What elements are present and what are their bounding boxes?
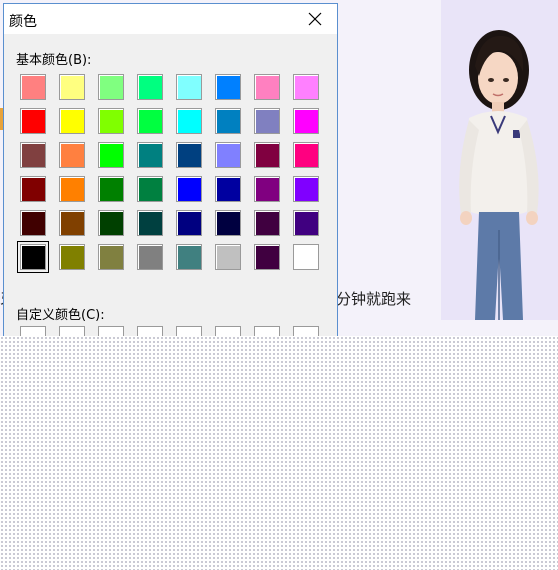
color-swatch[interactable] [98, 210, 124, 236]
color-swatch[interactable] [254, 108, 280, 134]
color-swatch[interactable] [59, 142, 85, 168]
close-button[interactable] [293, 4, 337, 34]
color-swatch[interactable] [215, 108, 241, 134]
color-swatch[interactable] [137, 210, 163, 236]
color-swatch[interactable] [176, 108, 202, 134]
color-swatch[interactable] [293, 210, 319, 236]
dialog-titlebar: 颜色 [4, 4, 337, 34]
character-illustration [441, 0, 558, 320]
color-swatch[interactable] [59, 176, 85, 202]
color-swatch[interactable] [137, 244, 163, 270]
color-swatch[interactable] [17, 241, 49, 273]
color-swatch[interactable] [20, 142, 46, 168]
color-swatch[interactable] [215, 74, 241, 100]
custom-color-swatch[interactable] [137, 326, 163, 336]
color-swatch[interactable] [20, 210, 46, 236]
color-swatch[interactable] [254, 244, 280, 270]
color-swatch[interactable] [176, 244, 202, 270]
color-swatch[interactable] [20, 108, 46, 134]
color-swatch[interactable] [20, 176, 46, 202]
color-swatch[interactable] [59, 108, 85, 134]
color-swatch[interactable] [176, 210, 202, 236]
close-icon [308, 12, 322, 26]
color-swatch[interactable] [98, 74, 124, 100]
background-text-right: 分钟就跑来 [336, 290, 412, 308]
color-swatch[interactable] [215, 210, 241, 236]
color-swatch[interactable] [293, 176, 319, 202]
color-swatch[interactable] [137, 176, 163, 202]
custom-color-swatch[interactable] [293, 326, 319, 336]
color-swatch[interactable] [254, 74, 280, 100]
color-swatch[interactable] [98, 108, 124, 134]
color-swatch[interactable] [254, 176, 280, 202]
custom-color-swatch[interactable] [254, 326, 280, 336]
color-swatch[interactable] [59, 210, 85, 236]
color-dialog: 颜色 基本颜色(B): 自定义颜色(C): [3, 3, 338, 336]
color-swatch[interactable] [215, 244, 241, 270]
custom-color-swatch[interactable] [215, 326, 241, 336]
color-swatch[interactable] [98, 142, 124, 168]
color-swatch[interactable] [293, 108, 319, 134]
color-swatch[interactable] [293, 74, 319, 100]
color-swatch[interactable] [293, 142, 319, 168]
color-swatch[interactable] [215, 176, 241, 202]
color-swatch[interactable] [176, 142, 202, 168]
custom-colors-label: 自定义颜色(C): [16, 308, 105, 323]
color-swatch[interactable] [137, 142, 163, 168]
color-swatch[interactable] [254, 142, 280, 168]
character-figure [459, 30, 539, 320]
custom-color-swatch[interactable] [59, 326, 85, 336]
color-swatch[interactable] [98, 176, 124, 202]
color-swatch[interactable] [59, 74, 85, 100]
custom-color-swatch[interactable] [176, 326, 202, 336]
color-swatch[interactable] [215, 142, 241, 168]
custom-color-swatch[interactable] [20, 326, 46, 336]
color-swatch[interactable] [98, 244, 124, 270]
color-swatch[interactable] [59, 244, 85, 270]
color-swatch[interactable] [176, 176, 202, 202]
color-swatch[interactable] [137, 108, 163, 134]
color-swatch[interactable] [176, 74, 202, 100]
color-swatch[interactable] [20, 74, 46, 100]
color-swatch[interactable] [137, 74, 163, 100]
color-swatch[interactable] [254, 210, 280, 236]
dialog-title: 颜色 [9, 14, 37, 30]
custom-color-swatch[interactable] [98, 326, 124, 336]
basic-colors-label: 基本颜色(B): [16, 53, 92, 68]
color-swatch[interactable] [293, 244, 319, 270]
